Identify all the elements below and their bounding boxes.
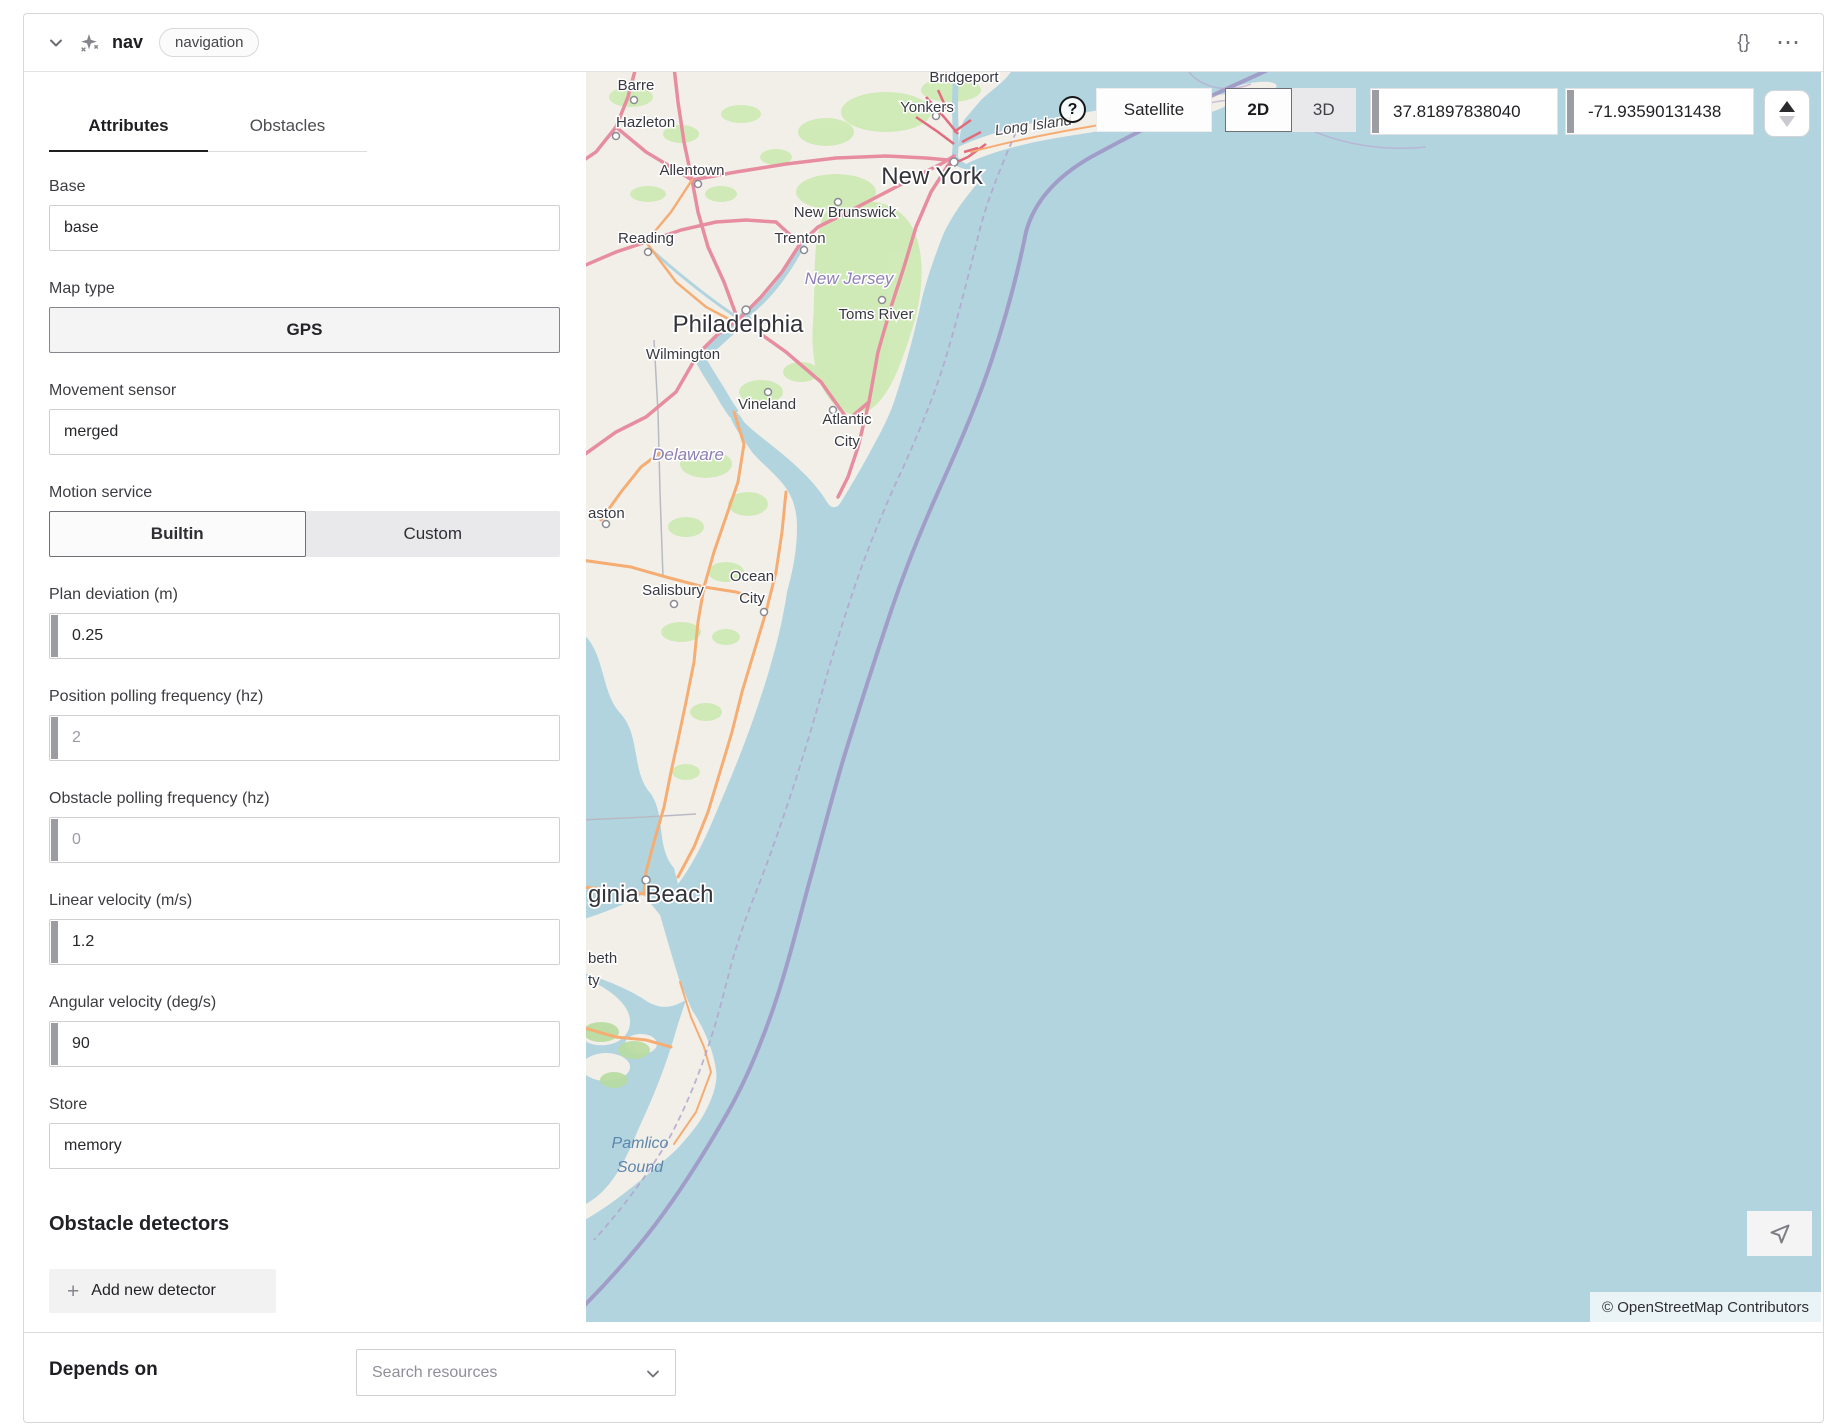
longitude-field: [1565, 88, 1754, 135]
map-label: Reading: [618, 230, 674, 247]
map-label: Hazleton: [616, 114, 675, 131]
card-header: nav navigation {} ⋯: [24, 14, 1823, 72]
store-label: Store: [49, 1096, 560, 1114]
depends-on-section: Depends on Search resources: [24, 1332, 1823, 1422]
map-land: [586, 72, 1821, 1322]
map-label: aston: [588, 505, 625, 522]
base-input[interactable]: [50, 206, 559, 250]
field-motion-service: Motion service Builtin Custom: [49, 484, 560, 557]
map-label: Yonkers: [900, 99, 954, 116]
map-label: New Brunswick: [794, 204, 897, 221]
add-detector-label: Add new detector: [91, 1282, 216, 1300]
map-label: Salisbury: [642, 582, 704, 599]
service-type-badge: navigation: [159, 28, 259, 57]
step-down-icon[interactable]: [1779, 116, 1795, 127]
tab-attributes[interactable]: Attributes: [49, 86, 208, 152]
map-label: Delaware: [652, 445, 724, 464]
field-obstacle-polling: Obstacle polling frequency (hz): [49, 790, 560, 863]
field-plan-deviation: Plan deviation (m): [49, 586, 560, 659]
map-label: Vineland: [738, 396, 796, 413]
raw-json-icon[interactable]: {}: [1737, 33, 1750, 52]
angular-velocity-input[interactable]: [50, 1022, 559, 1066]
map-type-label: Map type: [49, 280, 560, 298]
field-movement-sensor: Movement sensor: [49, 382, 560, 455]
field-base: Base: [49, 178, 560, 251]
field-map-type: Map type GPS: [49, 280, 560, 353]
motion-service-segmented: Builtin Custom: [49, 511, 560, 557]
map-label: ty: [588, 972, 600, 989]
tab-obstacles[interactable]: Obstacles: [208, 86, 367, 152]
service-name: nav: [112, 32, 143, 53]
nav-service-card: nav navigation {} ⋯ Attributes Obstacles…: [23, 13, 1824, 1423]
base-label: Base: [49, 178, 560, 196]
plus-icon: +: [67, 1281, 79, 1302]
attributes-form: Attributes Obstacles Base Map type GPS M…: [24, 72, 586, 1332]
position-polling-label: Position polling frequency (hz): [49, 688, 560, 706]
map-dimension-toggle: 2D 3D: [1225, 88, 1356, 132]
motion-service-custom-option[interactable]: Custom: [306, 511, 561, 557]
depends-on-select[interactable]: Search resources: [356, 1349, 676, 1396]
position-polling-input[interactable]: [50, 716, 559, 760]
motion-service-builtin-option[interactable]: Builtin: [49, 511, 306, 557]
help-icon[interactable]: ?: [1059, 96, 1086, 123]
map-label: City: [739, 590, 765, 607]
field-store: Store: [49, 1096, 560, 1169]
latitude-input[interactable]: [1371, 89, 1557, 134]
satellite-toggle-button[interactable]: Satellite: [1096, 88, 1212, 132]
map-2d-button[interactable]: 2D: [1225, 88, 1292, 132]
map-label: Philadelphia: [673, 311, 804, 338]
navigation-map[interactable]: Barre Hazleton Allentown Bridgeport Yonkers N…: [586, 72, 1821, 1322]
map-label: beth: [588, 950, 617, 967]
map-label: Toms River: [838, 306, 913, 323]
map-label: Atlantic: [822, 411, 872, 428]
map-label: New York: [881, 163, 983, 190]
map-3d-button[interactable]: 3D: [1292, 88, 1357, 132]
store-input[interactable]: [50, 1124, 559, 1168]
more-menu-icon[interactable]: ⋯: [1776, 31, 1801, 55]
longitude-input[interactable]: [1566, 89, 1753, 134]
plan-deviation-label: Plan deviation (m): [49, 586, 560, 604]
map-label: Ocean: [730, 568, 774, 585]
map-label: Trenton: [774, 230, 825, 247]
map-attribution: © OpenStreetMap Contributors: [1590, 1292, 1821, 1322]
map-label: Sound: [617, 1159, 664, 1176]
depends-on-title: Depends on: [49, 1349, 356, 1381]
linear-velocity-input[interactable]: [50, 920, 559, 964]
movement-sensor-input[interactable]: [50, 410, 559, 454]
chevron-down-icon: [645, 1366, 661, 1382]
map-label: City: [834, 433, 860, 450]
map-label: ginia Beach: [588, 881, 713, 908]
motion-service-label: Motion service: [49, 484, 560, 502]
plan-deviation-input[interactable]: [50, 614, 559, 658]
field-position-polling: Position polling frequency (hz): [49, 688, 560, 761]
obstacle-detectors-heading: Obstacle detectors: [49, 1213, 560, 1236]
field-linear-velocity: Linear velocity (m/s): [49, 892, 560, 965]
navigation-service-icon: [78, 32, 100, 54]
map-label: Barre: [618, 77, 655, 94]
tab-bar: Attributes Obstacles: [49, 86, 560, 152]
map-label: Pamlico: [612, 1135, 669, 1152]
map-canvas[interactable]: Barre Hazleton Allentown Bridgeport Yonkers N…: [586, 72, 1821, 1322]
navigation-arrow-icon: [1768, 1222, 1792, 1246]
map-label: Allentown: [659, 162, 724, 179]
map-label: Bridgeport: [929, 72, 999, 86]
angular-velocity-label: Angular velocity (deg/s): [49, 994, 560, 1012]
card-body: Attributes Obstacles Base Map type GPS M…: [24, 72, 1823, 1332]
coordinate-stepper[interactable]: [1764, 90, 1810, 137]
add-detector-button[interactable]: + Add new detector: [49, 1269, 276, 1313]
step-up-icon[interactable]: [1779, 101, 1795, 112]
map-label: New Jersey: [805, 269, 895, 288]
linear-velocity-label: Linear velocity (m/s): [49, 892, 560, 910]
obstacle-polling-label: Obstacle polling frequency (hz): [49, 790, 560, 808]
obstacle-polling-input[interactable]: [50, 818, 559, 862]
field-angular-velocity: Angular velocity (deg/s): [49, 994, 560, 1067]
movement-sensor-label: Movement sensor: [49, 382, 560, 400]
map-type-gps-button[interactable]: GPS: [49, 307, 560, 353]
collapse-chevron-icon[interactable]: [48, 35, 64, 51]
map-label: Wilmington: [646, 346, 720, 363]
latitude-field: [1370, 88, 1558, 135]
recenter-button[interactable]: [1747, 1211, 1812, 1256]
search-resources-placeholder: Search resources: [357, 1364, 497, 1382]
